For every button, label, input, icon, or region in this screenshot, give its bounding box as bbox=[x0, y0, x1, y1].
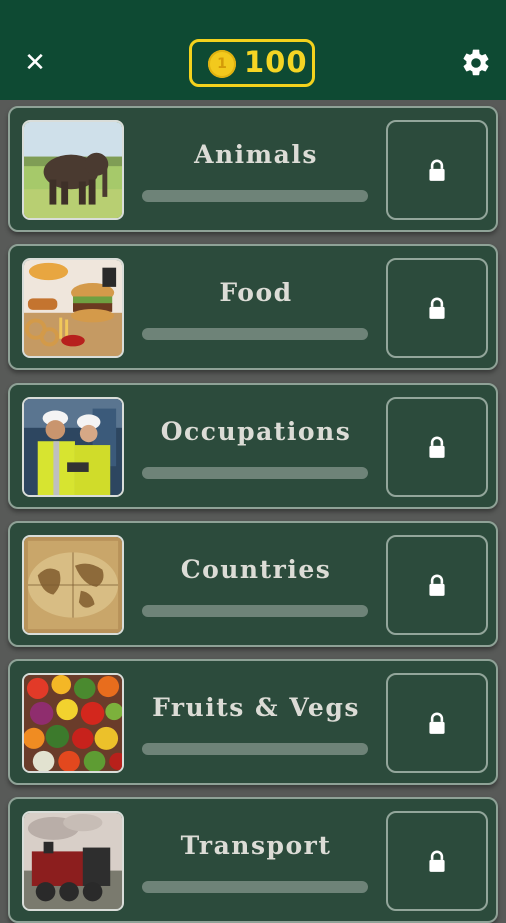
lock-icon bbox=[429, 297, 445, 319]
category-progress-bar bbox=[142, 881, 368, 893]
category-card-fruits-vegs[interactable]: Fruits & Vegs bbox=[8, 659, 498, 785]
fruits-vegs-thumbnail bbox=[22, 673, 124, 773]
coin-balance: 1 100 bbox=[189, 39, 315, 87]
transport-thumbnail bbox=[22, 811, 124, 911]
category-progress-bar bbox=[142, 743, 368, 755]
top-bar: ✕ 1 100 bbox=[0, 0, 506, 100]
category-title: Transport bbox=[180, 831, 332, 860]
lock-icon bbox=[429, 436, 445, 458]
unlock-button[interactable] bbox=[386, 258, 488, 358]
lock-icon bbox=[429, 850, 445, 872]
category-title: Occupations bbox=[160, 417, 352, 446]
category-progress-bar bbox=[142, 605, 368, 617]
category-title: Countries bbox=[180, 555, 332, 584]
category-title: Fruits & Vegs bbox=[152, 693, 360, 722]
coin-icon: 1 bbox=[208, 50, 236, 78]
animals-thumbnail bbox=[22, 120, 124, 220]
unlock-button[interactable] bbox=[386, 397, 488, 497]
close-icon: ✕ bbox=[24, 48, 46, 78]
category-progress-bar bbox=[142, 467, 368, 479]
lock-icon bbox=[429, 159, 445, 181]
countries-thumbnail bbox=[22, 535, 124, 635]
unlock-button[interactable] bbox=[386, 535, 488, 635]
unlock-button[interactable] bbox=[386, 673, 488, 773]
gear-icon bbox=[463, 49, 489, 76]
coin-amount: 100 bbox=[244, 45, 308, 79]
category-progress-bar bbox=[142, 328, 368, 340]
category-card-animals[interactable]: Animals bbox=[8, 106, 498, 232]
category-card-food[interactable]: Food bbox=[8, 244, 498, 370]
category-card-occupations[interactable]: Occupations bbox=[8, 383, 498, 509]
unlock-button[interactable] bbox=[386, 120, 488, 220]
lock-icon bbox=[429, 574, 445, 596]
food-thumbnail bbox=[22, 258, 124, 358]
occupations-thumbnail bbox=[22, 397, 124, 497]
settings-button[interactable] bbox=[460, 47, 492, 79]
category-card-transport[interactable]: Transport bbox=[8, 797, 498, 923]
category-card-countries[interactable]: Countries bbox=[8, 521, 498, 647]
category-title: Food bbox=[219, 278, 293, 307]
lock-icon bbox=[429, 712, 445, 734]
category-title: Animals bbox=[194, 140, 318, 169]
unlock-button[interactable] bbox=[386, 811, 488, 911]
close-button[interactable]: ✕ bbox=[18, 46, 52, 80]
category-progress-bar bbox=[142, 190, 368, 202]
